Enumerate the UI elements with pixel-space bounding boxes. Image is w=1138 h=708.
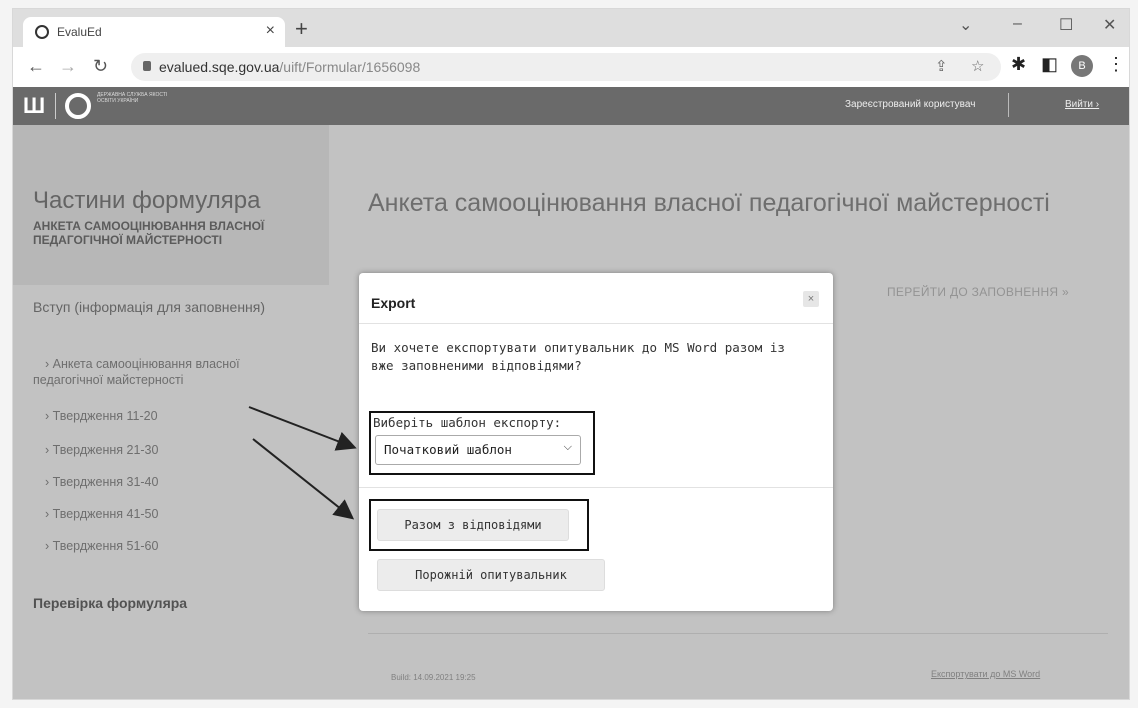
annotation-arrow-button: [252, 438, 355, 520]
annotation-arrows: [248, 406, 357, 520]
annotation-arrow-template: [248, 406, 357, 451]
browser-window: EvaluEd × + ⌄ – ☐ ✕ ← → ↻ evalued.sqe.go…: [12, 8, 1130, 700]
